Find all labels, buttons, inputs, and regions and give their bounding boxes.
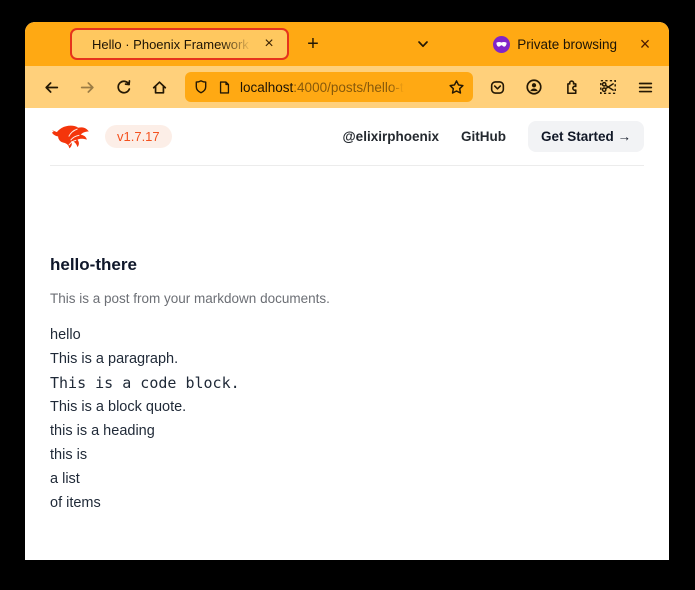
url-bar[interactable]: localhost:4000/posts/hello-t <box>185 72 473 102</box>
url-path: :4000/posts/hello-t <box>293 80 403 95</box>
markdown-line-code-block: This is a code block. <box>50 371 644 395</box>
new-tab-button[interactable]: + <box>299 30 327 58</box>
shield-icon <box>193 79 209 95</box>
markdown-line-blockquote: This is a block quote. <box>50 395 644 419</box>
post-subtitle: This is a post from your markdown docume… <box>50 287 644 311</box>
tab-hello-phoenix[interactable]: Hello · Phoenix Framework × <box>70 28 289 60</box>
url-host: localhost <box>240 80 293 95</box>
page-content: v1.7.17 @elixirphoenix GitHub Get Starte… <box>25 108 669 560</box>
extensions-button[interactable] <box>557 73 585 101</box>
private-browsing-badge: Private browsing <box>493 36 617 53</box>
screenshot-scissors-icon <box>599 78 617 96</box>
home-icon <box>151 79 168 96</box>
link-github[interactable]: GitHub <box>461 129 506 144</box>
post-body: hello-there This is a post from your mar… <box>25 166 669 515</box>
back-arrow-icon <box>43 79 60 96</box>
extensions-puzzle-icon <box>563 79 580 96</box>
phoenix-logo <box>50 121 90 152</box>
reload-icon <box>115 79 132 96</box>
markdown-line-paragraph: hello <box>50 323 644 347</box>
private-browsing-mask-icon <box>493 36 510 53</box>
markdown-content: hello This is a paragraph. This is a cod… <box>50 323 644 515</box>
markdown-line-paragraph: This is a paragraph. <box>50 347 644 371</box>
markdown-line-list-item: of items <box>50 491 644 515</box>
browser-window: Hello · Phoenix Framework × + Private br… <box>25 22 669 560</box>
header-links: @elixirphoenix GitHub Get Started → <box>343 121 644 152</box>
window-close-button[interactable]: × <box>633 32 657 56</box>
back-button[interactable] <box>37 73 65 101</box>
hamburger-menu-icon <box>637 79 654 96</box>
menu-button[interactable] <box>631 73 659 101</box>
chevron-down-icon <box>415 36 431 52</box>
private-browsing-label: Private browsing <box>517 37 617 52</box>
page-info-icon <box>217 80 232 95</box>
markdown-line-heading: this is a heading <box>50 419 644 443</box>
post-title: hello-there <box>50 253 644 277</box>
link-elixirphoenix[interactable]: @elixirphoenix <box>343 129 439 144</box>
get-started-button[interactable]: Get Started → <box>528 121 644 152</box>
tab-bar: Hello · Phoenix Framework × + Private br… <box>25 22 669 66</box>
home-button[interactable] <box>145 73 173 101</box>
pocket-button[interactable] <box>483 73 511 101</box>
account-button[interactable] <box>520 73 548 101</box>
forward-button[interactable] <box>73 73 101 101</box>
markdown-line-list-item: a list <box>50 467 644 491</box>
list-tabs-button[interactable] <box>409 36 437 52</box>
reload-button[interactable] <box>109 73 137 101</box>
markdown-line-list-item: this is <box>50 443 644 467</box>
navigation-toolbar: localhost:4000/posts/hello-t <box>25 66 669 108</box>
tab-title: Hello · Phoenix Framework <box>92 37 257 52</box>
tab-close-icon[interactable]: × <box>257 32 281 56</box>
toolbar-right-icons <box>483 73 659 101</box>
forward-arrow-icon <box>79 79 96 96</box>
account-icon <box>525 78 543 96</box>
screenshot-button[interactable] <box>594 73 622 101</box>
version-badge: v1.7.17 <box>105 125 172 148</box>
site-header: v1.7.17 @elixirphoenix GitHub Get Starte… <box>25 108 669 165</box>
pocket-icon <box>489 79 506 96</box>
bookmark-star-icon[interactable] <box>448 79 465 96</box>
url-text[interactable]: localhost:4000/posts/hello-t <box>240 80 440 95</box>
